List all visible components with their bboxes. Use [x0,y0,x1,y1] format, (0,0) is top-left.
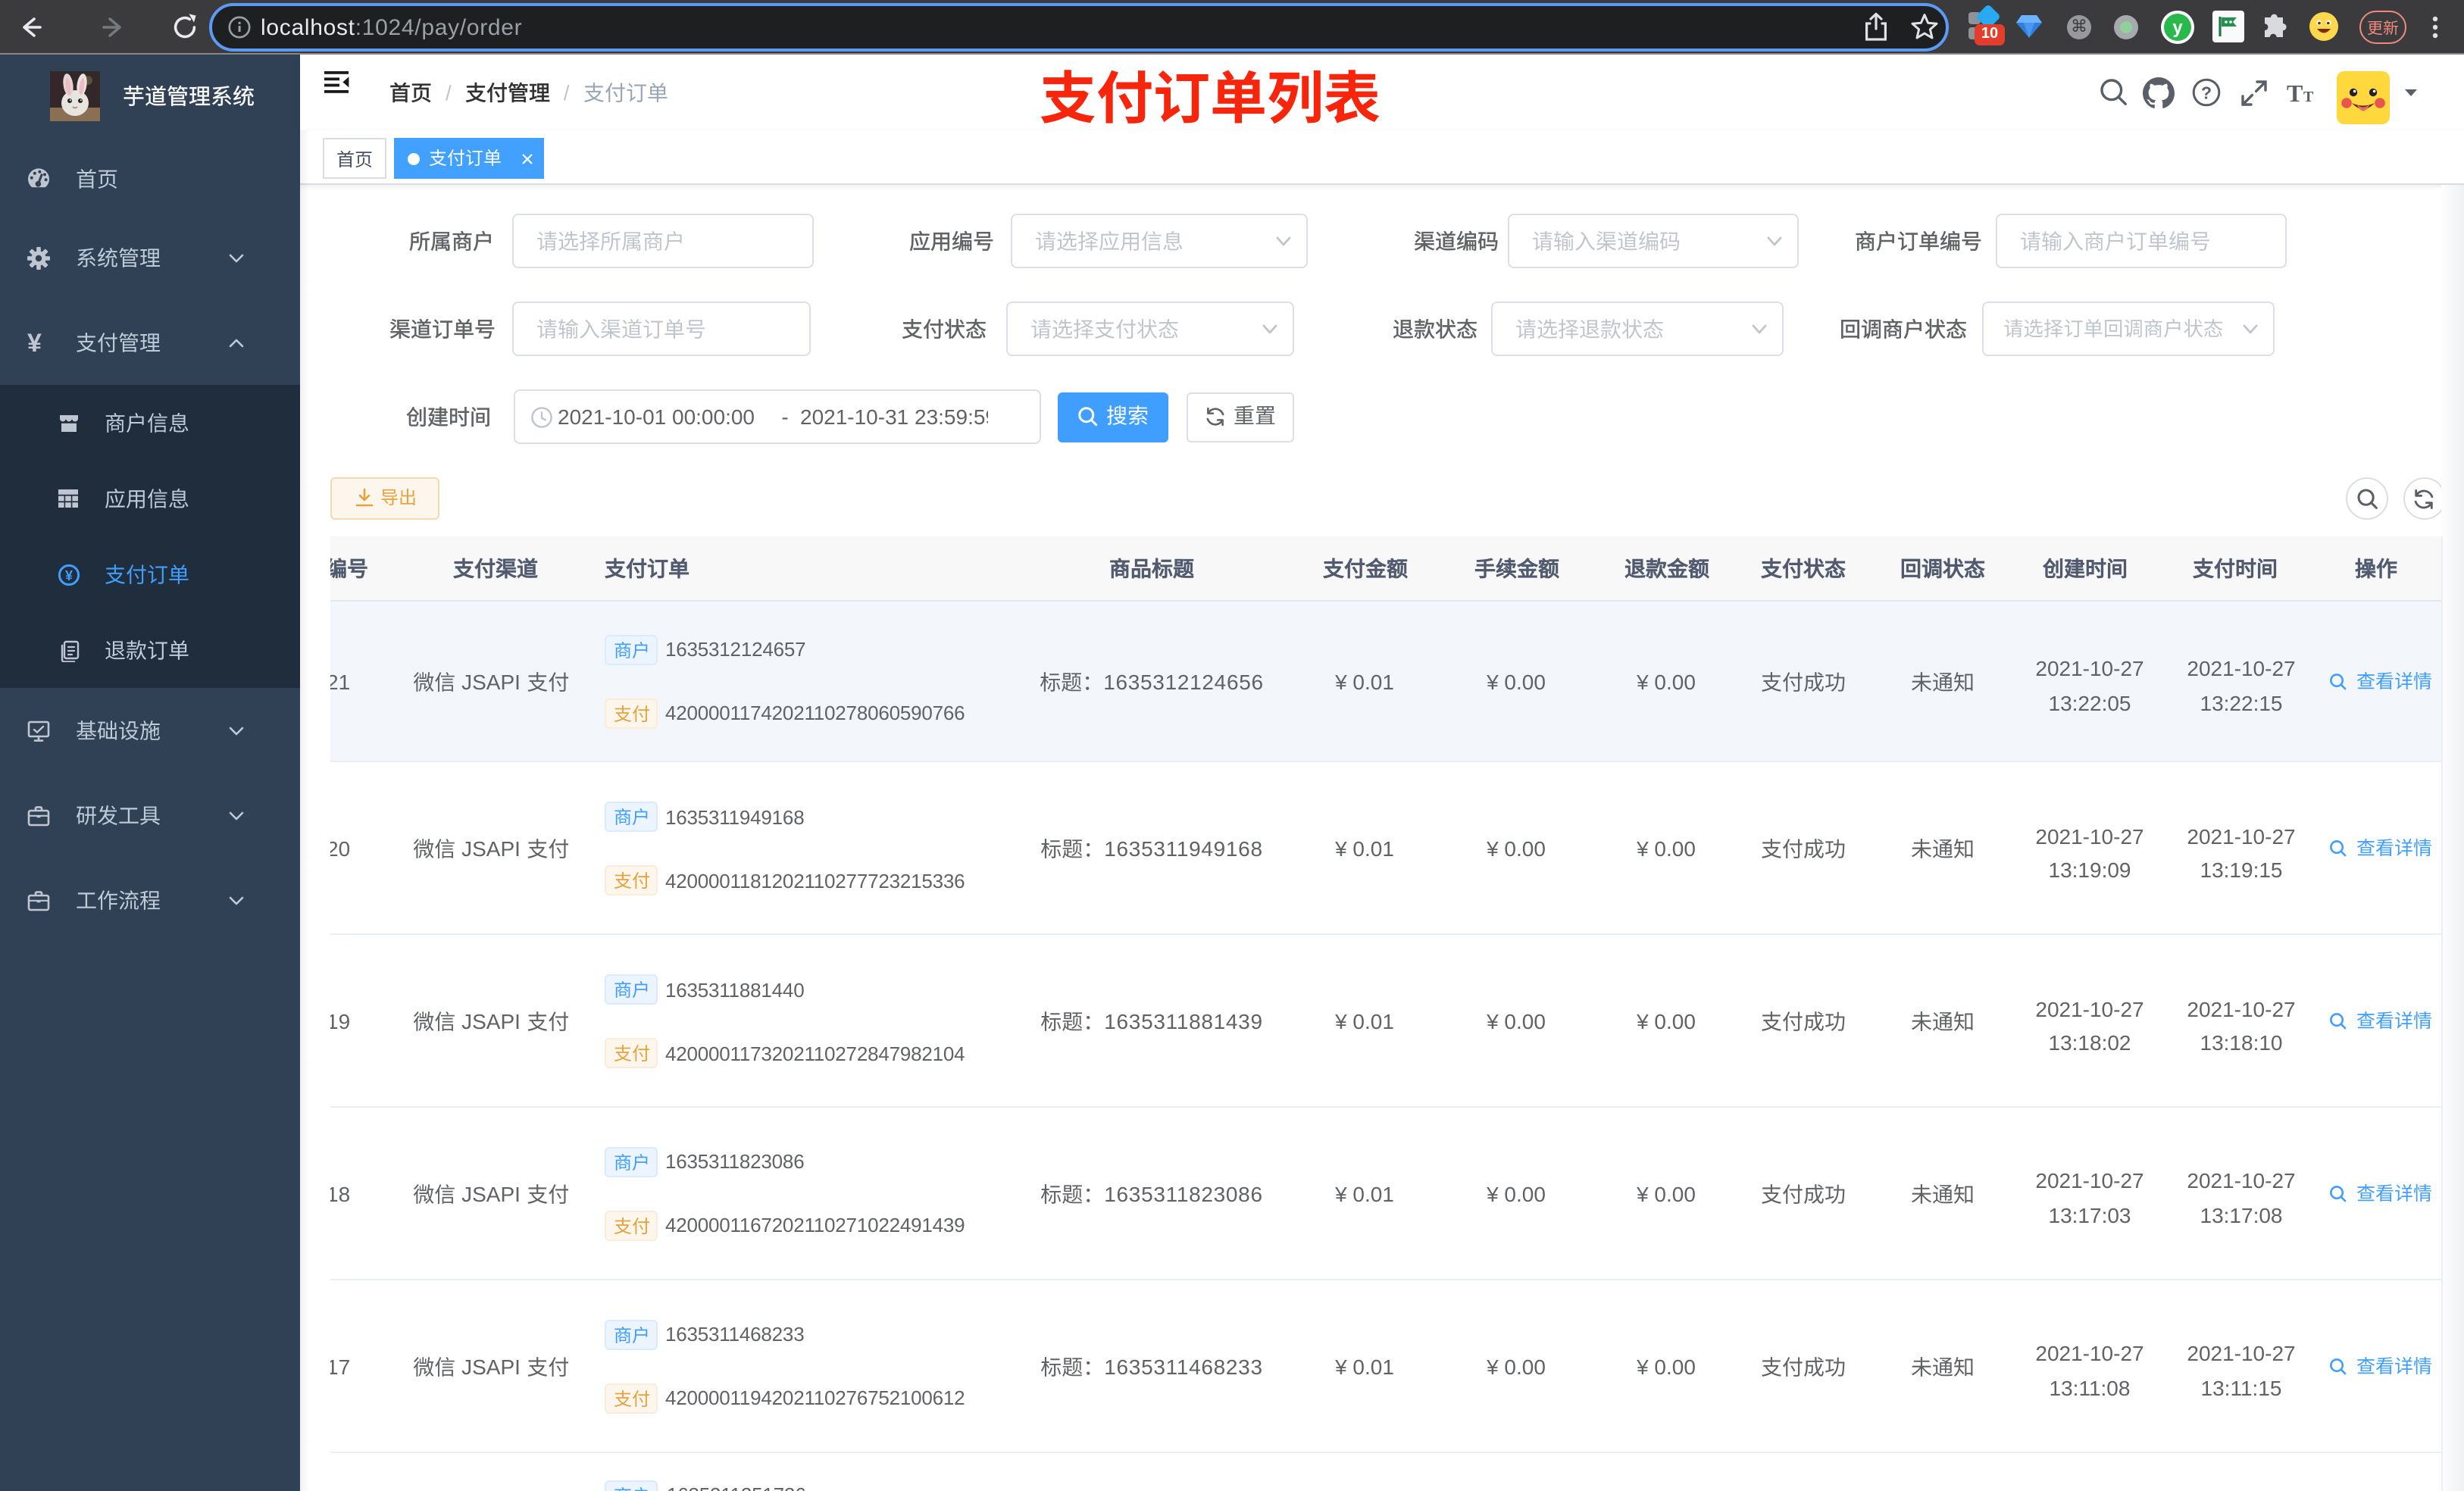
svg-text:¥: ¥ [65,567,73,583]
svg-text:?: ? [2201,83,2212,102]
svg-text:T: T [2303,89,2314,105]
svg-text:T: T [2287,80,2303,107]
